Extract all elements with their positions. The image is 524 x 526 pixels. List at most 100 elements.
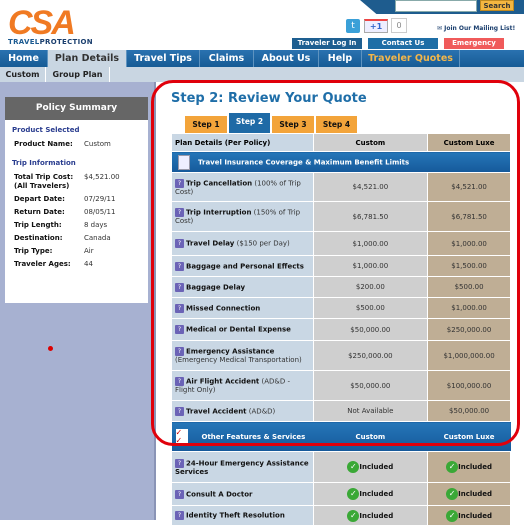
benefit-name: Trip Interruption xyxy=(186,208,252,217)
features-col-custom: Custom xyxy=(313,421,428,452)
summary-value: Air xyxy=(84,247,94,255)
custom-included: Included xyxy=(359,511,394,520)
custom-luxe-included: Included xyxy=(458,511,493,520)
summary-label: Traveler Ages: xyxy=(14,260,71,268)
feature-row: ? Consult A Doctor ✓ Included ✓ Included xyxy=(171,482,511,506)
custom-luxe-included: Included xyxy=(458,463,493,471)
custom-luxe-value: $50,000.00 xyxy=(427,400,511,422)
help-icon[interactable]: ? xyxy=(175,178,184,188)
tab-step-2[interactable]: Step 2 xyxy=(229,113,270,133)
nav-help[interactable]: Help xyxy=(319,50,362,67)
summary-row: Trip Type: Air xyxy=(5,247,148,256)
benefit-note: ($150 per Day) xyxy=(236,239,290,248)
col-plan-details: Plan Details (Per Policy) xyxy=(171,133,314,152)
summary-label: Depart Date: xyxy=(14,195,65,203)
benefit-name: Baggage Delay xyxy=(186,283,246,291)
benefit-name: Emergency Assistance xyxy=(186,347,275,356)
custom-value: $50,000.00 xyxy=(312,318,429,341)
nav-about-us[interactable]: About Us xyxy=(254,50,319,67)
help-icon[interactable]: ? xyxy=(175,325,184,334)
nav-traveler-quotes[interactable]: Traveler Quotes xyxy=(362,50,460,67)
custom-luxe-value: $250,000.00 xyxy=(427,318,511,341)
mailing-list-link[interactable]: ✉ Join Our Mailing List! xyxy=(437,25,515,32)
table-row: ? Air Flight Accident (AD&D - Flight Only… xyxy=(171,370,511,401)
coverage-band: Travel Insurance Coverage & Maximum Bene… xyxy=(171,151,511,173)
help-icon[interactable]: ? xyxy=(175,282,184,292)
custom-included: Included xyxy=(359,490,394,498)
features-col-custom-luxe: Custom Luxe xyxy=(427,421,511,452)
help-icon[interactable]: ? xyxy=(175,377,184,386)
red-dot xyxy=(48,346,53,351)
policy-summary: Policy Summary Product Selected Product … xyxy=(5,97,148,303)
tab-step-3[interactable]: Step 3 xyxy=(272,116,314,133)
custom-value: Not Available xyxy=(312,400,429,422)
help-icon[interactable]: ? xyxy=(175,489,184,499)
subnav-custom[interactable]: Custom xyxy=(0,67,46,82)
table-row: ? Travel Delay ($150 per Day) $1,000.00 $1,… xyxy=(171,231,511,256)
tab-step-4[interactable]: Step 4 xyxy=(316,116,357,133)
csa-logo[interactable]: CSA TRAVELPROTECTION xyxy=(8,6,93,46)
search-input[interactable] xyxy=(395,0,477,12)
custom-luxe-value: $1,500.00 xyxy=(427,255,511,277)
table-row: ? Missed Connection $500.00 $1,000.00 xyxy=(171,297,511,319)
feature-name: 24-Hour Emergency Assistance Services xyxy=(175,459,309,476)
twitter-icon[interactable]: t xyxy=(346,19,360,33)
col-custom-luxe: Custom Luxe xyxy=(427,133,511,152)
summary-value: 08/05/11 xyxy=(84,208,116,216)
other-features-band: ✓ ✓ Other Features & Services Custom Custom … xyxy=(171,421,511,452)
help-icon[interactable]: ? xyxy=(175,303,184,313)
table-row: ? Travel Accident (AD&D) Not Available $50,… xyxy=(171,400,511,422)
check-icon: ✓ xyxy=(446,461,459,473)
plan-comparison-table: Plan Details (Per Policy) Custom Custom … xyxy=(171,133,511,526)
benefit-name: Travel Delay xyxy=(186,239,235,248)
check-icon: ✓ xyxy=(347,488,360,500)
benefit-name: Trip Cancellation xyxy=(186,179,253,187)
help-icon[interactable]: ? xyxy=(175,261,184,271)
custom-value: $50,000.00 xyxy=(312,370,429,401)
custom-luxe-value: $1,000.00 xyxy=(427,297,511,319)
nav-claims[interactable]: Claims xyxy=(200,50,254,67)
help-icon[interactable]: ? xyxy=(175,511,184,520)
custom-included: Included xyxy=(359,463,394,471)
custom-value: $1,000.00 xyxy=(312,231,429,256)
check-icon: ✓ xyxy=(446,488,459,500)
nav-plan-details[interactable]: Plan Details xyxy=(48,50,127,67)
summary-value: 07/29/11 xyxy=(84,195,116,203)
summary-label: Trip Type: xyxy=(14,247,53,255)
policy-summary-title: Policy Summary xyxy=(5,97,148,120)
traveler-login-button[interactable]: Traveler Log In xyxy=(292,38,362,49)
check-icon: ✓ xyxy=(347,461,360,473)
summary-label: Destination: xyxy=(14,234,63,242)
document-icon xyxy=(178,154,190,170)
product-name-label: Product Name: xyxy=(14,140,73,148)
table-row: ? Trip Cancellation (100% of Trip Cost) $4… xyxy=(171,172,511,202)
help-icon[interactable]: ? xyxy=(175,239,184,248)
google-plus-one-button[interactable]: +1 xyxy=(364,19,388,33)
contact-us-button[interactable]: Contact Us xyxy=(368,38,438,49)
subnav-group-plan[interactable]: Group Plan xyxy=(46,67,110,82)
custom-luxe-included: Included xyxy=(458,490,493,498)
nav-home[interactable]: Home xyxy=(0,50,48,67)
emergency-button[interactable]: Emergency xyxy=(444,38,504,49)
feature-row: ? Identity Theft Resolution ✓ Included ✓ Incl… xyxy=(171,505,511,526)
benefit-name: Medical or Dental Expense xyxy=(186,325,291,334)
help-icon[interactable]: ? xyxy=(175,208,184,217)
help-icon[interactable]: ? xyxy=(175,406,184,416)
help-icon[interactable]: ? xyxy=(175,347,184,356)
benefit-note: (Emergency Medical Transportation) xyxy=(175,356,302,364)
custom-value: $6,781.50 xyxy=(312,201,429,232)
nav-travel-tips[interactable]: Travel Tips xyxy=(127,50,200,67)
benefit-name: Missed Connection xyxy=(186,304,261,312)
page-title: Step 2: Review Your Quote xyxy=(171,91,367,106)
table-header-row: Plan Details (Per Policy) Custom Custom … xyxy=(171,133,511,152)
summary-row: Traveler Ages: 44 xyxy=(5,260,148,269)
checklist-icon: ✓ ✓ xyxy=(175,428,188,445)
tab-step-1[interactable]: Step 1 xyxy=(185,116,227,133)
custom-luxe-value: $1,000.00 xyxy=(427,231,511,256)
custom-luxe-value: $100,000.00 xyxy=(427,370,511,401)
help-icon[interactable]: ? xyxy=(175,458,184,468)
main-nav: Home Plan Details Travel Tips Claims Abo… xyxy=(0,50,524,67)
benefit-name: Baggage and Personal Effects xyxy=(186,262,304,270)
search-button[interactable]: Search xyxy=(480,0,514,11)
summary-label: Return Date: xyxy=(14,208,65,216)
